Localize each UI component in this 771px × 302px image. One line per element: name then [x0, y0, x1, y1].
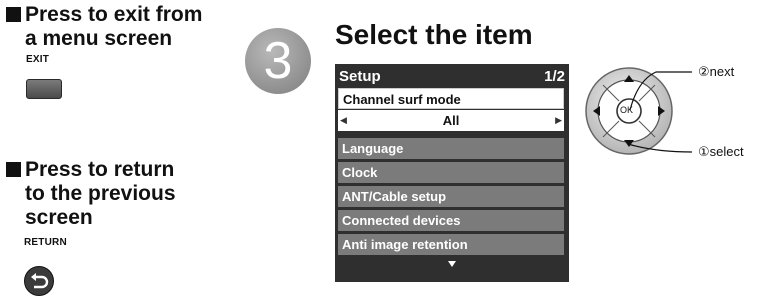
menu-selected-value: All — [442, 113, 460, 128]
menu-title: Setup — [339, 68, 381, 85]
exit-heading-line2: a menu screen — [25, 27, 173, 50]
menu-page-indicator: 1/2 — [544, 68, 565, 85]
bullet-square-return — [6, 162, 21, 177]
exit-key-label: EXIT — [26, 54, 50, 65]
select-label: ①select — [698, 144, 744, 159]
return-heading-line2: to the previous — [25, 182, 176, 205]
menu-item-ant-cable-setup[interactable]: ANT/Cable setup — [338, 186, 564, 207]
setup-menu-panel: Setup 1/2 Channel surf mode ◀ All ▶ Lang… — [335, 64, 569, 282]
menu-item-clock[interactable]: Clock — [338, 162, 564, 183]
menu-value-selector[interactable]: ◀ All ▶ — [338, 110, 564, 131]
menu-item-channel-surf-mode[interactable]: Channel surf mode — [338, 88, 564, 109]
exit-heading-line1: Press to exit from — [25, 3, 203, 26]
menu-item-connected-devices[interactable]: Connected devices — [338, 210, 564, 231]
step-number-badge: 3 — [245, 28, 311, 94]
return-key-label: RETURN — [24, 237, 67, 248]
scroll-down-icon[interactable] — [447, 260, 457, 268]
next-label: ②next — [698, 64, 735, 79]
return-heading-line3: screen — [25, 206, 93, 229]
return-arrow-icon — [31, 273, 49, 289]
bullet-square-exit — [6, 7, 21, 22]
return-button[interactable] — [24, 266, 54, 296]
right-arrow-icon[interactable]: ▶ — [555, 110, 562, 131]
step-title: Select the item — [335, 19, 533, 50]
left-arrow-icon[interactable]: ◀ — [340, 110, 347, 131]
exit-button[interactable] — [26, 79, 62, 99]
menu-item-anti-image-retention[interactable]: Anti image retention — [338, 234, 564, 255]
menu-item-language[interactable]: Language — [338, 138, 564, 159]
return-heading-line1: Press to return — [25, 158, 175, 181]
